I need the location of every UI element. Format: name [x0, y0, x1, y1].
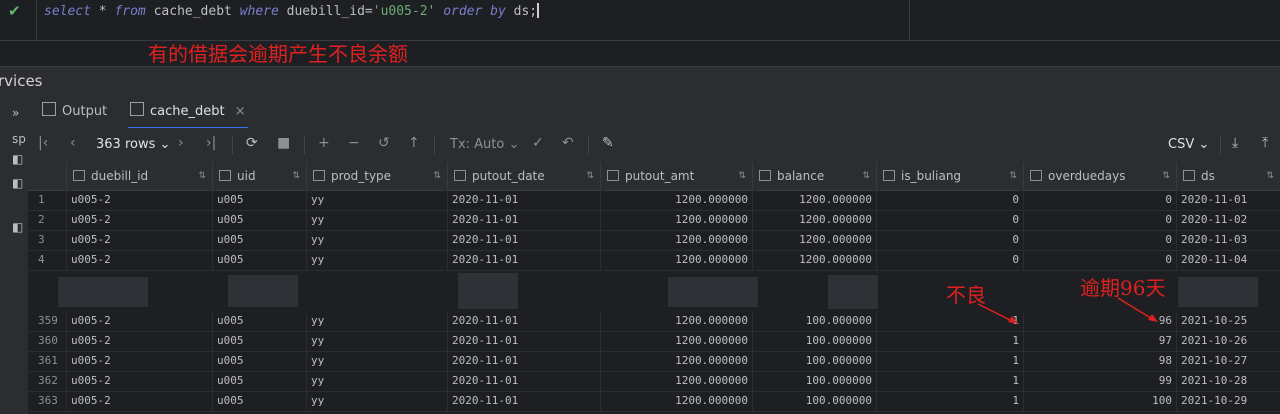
row-count-dropdown[interactable]: 363 rows ⌄	[96, 137, 170, 152]
tx-mode: Tx: Auto	[450, 137, 505, 152]
add-row-icon[interactable]: +	[318, 135, 330, 151]
close-icon[interactable]: ×	[235, 104, 246, 119]
rollback-icon[interactable]: ↶	[562, 135, 574, 151]
commit-icon[interactable]: ✓	[532, 135, 544, 151]
sql-text: ds;	[505, 4, 538, 19]
remove-row-icon[interactable]: −	[348, 135, 360, 151]
sql-string: 'u005-2'	[372, 4, 436, 19]
results-tabs: Output cache_debt ×	[28, 96, 1280, 129]
sql-keyword: from	[114, 4, 146, 19]
tab-output[interactable]: Output	[42, 96, 107, 127]
export-format-dropdown[interactable]: CSV ⌄	[1168, 137, 1209, 152]
last-page-icon[interactable]: ›|	[206, 135, 216, 151]
tab-label: cache_debt	[150, 104, 225, 119]
stop-icon[interactable]: ■	[277, 135, 290, 151]
editor-gutter: ✔	[0, 0, 37, 40]
row-count: 363 rows	[96, 137, 156, 152]
database-icon[interactable]: ◧	[12, 152, 23, 166]
upload-icon[interactable]: ⤒	[1262, 135, 1268, 151]
toolbar-divider	[232, 136, 233, 154]
services-bar: rvices	[0, 66, 1280, 97]
tab-cache-debt[interactable]: cache_debt ×	[128, 96, 248, 129]
pin-icon[interactable]: ✎	[602, 135, 614, 151]
services-tree-strip: » sp ◧ ◧ ◧	[0, 96, 29, 414]
database-icon[interactable]: ◧	[12, 220, 23, 234]
sql-keyword: order by	[435, 4, 506, 19]
prev-page-icon[interactable]: ‹	[70, 135, 76, 151]
toolbar-divider	[304, 136, 305, 154]
toolbar-divider	[434, 136, 435, 154]
expand-icon[interactable]: »	[12, 106, 19, 120]
annotation-note: 有的借据会逾期产生不良余额	[148, 42, 408, 66]
sql-text: cache_debt	[145, 4, 240, 19]
sql-text: *	[90, 4, 115, 19]
database-icon[interactable]: ◧	[12, 176, 23, 190]
sql-query-line[interactable]: select * from cache_debt where duebill_i…	[44, 3, 540, 19]
annotation-arrows	[977, 297, 1158, 324]
download-icon[interactable]: ⤓	[1232, 135, 1238, 151]
results-grid[interactable]: duebill_id ⇅ uid ⇅ prod_type ⇅ putout_date ⇅ put…	[28, 162, 1280, 414]
tx-mode-dropdown[interactable]: Tx: Auto ⌄	[450, 137, 519, 152]
check-icon: ✔	[8, 2, 21, 20]
text-caret	[537, 3, 540, 18]
export-format: CSV	[1168, 137, 1195, 152]
toolbar-divider	[588, 136, 589, 154]
table-icon	[130, 102, 144, 116]
editor-divider	[909, 0, 910, 40]
tab-label: Output	[62, 104, 108, 119]
reload-icon[interactable]: ⟳	[246, 135, 258, 151]
sql-text: duebill_id=	[278, 4, 373, 19]
services-title: rvices	[0, 72, 43, 90]
chevron-down-icon: ⌄	[159, 137, 171, 152]
output-icon	[42, 102, 56, 116]
toolbar-divider	[1220, 136, 1221, 154]
service-item-label[interactable]: sp	[12, 132, 26, 146]
submit-icon[interactable]: ↑	[408, 135, 420, 151]
sql-editor[interactable]: ✔ select * from cache_debt where duebill…	[0, 0, 1280, 66]
next-page-icon[interactable]: ›	[178, 135, 184, 151]
sql-keyword: select	[44, 4, 91, 19]
chevron-down-icon: ⌄	[1198, 137, 1210, 152]
chevron-down-icon: ⌄	[508, 137, 520, 152]
results-toolbar: |‹ ‹ 363 rows ⌄ › ›| ⟳ ■ + − ↺ ↑ Tx: Aut…	[28, 128, 1280, 163]
revert-icon[interactable]: ↺	[378, 135, 390, 151]
sql-keyword: where	[239, 4, 279, 19]
first-page-icon[interactable]: |‹	[38, 135, 48, 151]
